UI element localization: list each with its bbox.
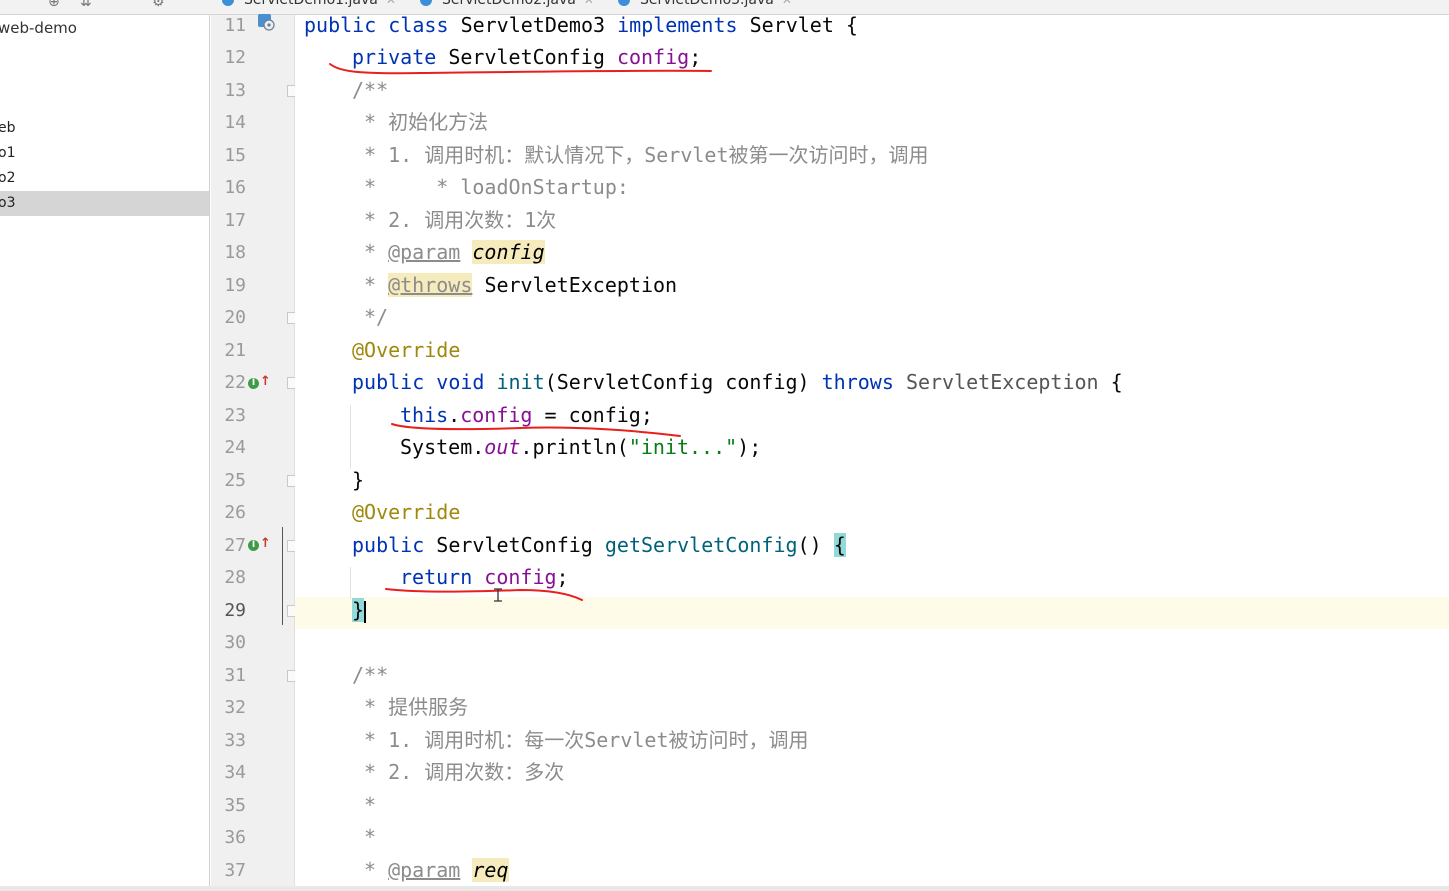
collapse-icon[interactable]: ⊕ <box>48 0 60 10</box>
code-line-14[interactable]: * 初始化方法 <box>364 106 488 138</box>
scope-indicator <box>282 527 283 625</box>
implements-override-icon[interactable]: I ↑ <box>248 536 271 551</box>
class-icon <box>618 0 630 6</box>
project-tree-item-selected[interactable]: o3 <box>0 191 209 216</box>
code-line-28[interactable]: return config; <box>400 561 569 593</box>
project-tree-item[interactable]: o2 <box>0 166 209 191</box>
code-line-25[interactable]: } <box>352 464 364 496</box>
line-number: 32 <box>224 697 246 718</box>
code-line-27[interactable]: public ServletConfig getServletConfig() … <box>352 529 846 561</box>
code-line-22[interactable]: public void init(ServletConfig config) t… <box>352 366 1123 398</box>
line-number: 21 <box>224 340 246 361</box>
code-line-17[interactable]: * 2. 调用次数：1次 <box>364 204 556 236</box>
line-number: 36 <box>224 827 246 848</box>
code-line-24[interactable]: System.out.println("init..."); <box>400 431 761 463</box>
project-root-label[interactable]: web-demo <box>0 19 77 37</box>
line-number-current: 29 <box>224 600 246 621</box>
code-line-16[interactable]: * * loadOnStartup: <box>364 171 629 203</box>
code-line-20[interactable]: */ <box>364 301 388 333</box>
code-line-11[interactable]: public class ServletDemo3 implements Ser… <box>304 9 858 41</box>
line-number: 19 <box>224 275 246 296</box>
indent-guide <box>350 567 351 599</box>
line-number: 25 <box>224 470 246 491</box>
line-number: 23 <box>224 405 246 426</box>
close-icon[interactable]: ✕ <box>584 0 594 7</box>
line-number: 11 <box>224 15 246 36</box>
code-line-37[interactable]: * @param req <box>364 854 509 886</box>
gear-icon[interactable]: ⚙ <box>152 0 165 10</box>
text-caret <box>364 600 367 623</box>
line-number: 22 <box>224 372 246 393</box>
code-line-15[interactable]: * 1. 调用时机：默认情况下，Servlet被第一次访问时，调用 <box>364 139 929 171</box>
line-number: 30 <box>224 632 246 653</box>
code-line-19[interactable]: * @throws ServletException <box>364 269 677 301</box>
code-line-23[interactable]: this.config = config; <box>400 399 653 431</box>
close-icon[interactable]: ✕ <box>782 0 792 7</box>
code-line-36[interactable]: * <box>364 821 376 853</box>
code-line-13[interactable]: /** <box>352 74 388 106</box>
line-number: 28 <box>224 567 246 588</box>
line-number: 26 <box>224 502 246 523</box>
indent-guide <box>350 405 351 469</box>
class-icon <box>222 0 234 6</box>
code-line-33[interactable]: * 1. 调用时机：每一次Servlet被访问时，调用 <box>364 724 809 756</box>
line-number: 13 <box>224 80 246 101</box>
line-number: 24 <box>224 437 246 458</box>
line-number: 34 <box>224 762 246 783</box>
code-line-31[interactable]: /** <box>352 659 388 691</box>
code-line-34[interactable]: * 2. 调用次数：多次 <box>364 756 564 788</box>
code-editor[interactable]: public class ServletDemo3 implements Ser… <box>282 13 1449 886</box>
line-number: 33 <box>224 730 246 751</box>
class-icon <box>420 0 432 6</box>
line-number: 15 <box>224 145 246 166</box>
code-line-21[interactable]: @Override <box>352 334 460 366</box>
current-line-highlight <box>295 597 1449 629</box>
line-number: 12 <box>224 47 246 68</box>
status-bar-edge <box>0 886 1449 891</box>
editor-gutter[interactable]: 11 12 13 14 15 16 17 18 19 20 21 22 23 2… <box>211 13 301 886</box>
line-number: 20 <box>224 307 246 328</box>
line-number: 16 <box>224 177 246 198</box>
implemented-class-icon[interactable] <box>257 13 275 31</box>
close-icon[interactable]: ✕ <box>386 0 396 7</box>
code-line-26[interactable]: @Override <box>352 496 460 528</box>
scroll-from-source-icon[interactable]: ⇊ <box>80 0 92 10</box>
line-number: 35 <box>224 795 246 816</box>
line-number: 31 <box>224 665 246 686</box>
line-number: 18 <box>224 242 246 263</box>
code-line-12[interactable]: private ServletConfig config; <box>352 41 701 73</box>
project-tree-item[interactable]: eb <box>0 116 209 141</box>
line-number: 37 <box>224 860 246 881</box>
implements-override-icon[interactable]: I ↑ <box>248 374 271 389</box>
code-line-29[interactable]: } <box>352 594 367 626</box>
code-line-35[interactable]: * <box>364 789 376 821</box>
line-number: 17 <box>224 210 246 231</box>
code-line-18[interactable]: * @param config <box>364 236 545 268</box>
line-number: 14 <box>224 112 246 133</box>
project-tree-item[interactable]: o1 <box>0 141 209 166</box>
line-number: 27 <box>224 535 246 556</box>
code-line-32[interactable]: * 提供服务 <box>364 691 468 723</box>
project-tool-window: web-demo eb o1 o2 o3 <box>0 15 210 886</box>
expand-icon[interactable]: ⌃ <box>113 0 125 10</box>
